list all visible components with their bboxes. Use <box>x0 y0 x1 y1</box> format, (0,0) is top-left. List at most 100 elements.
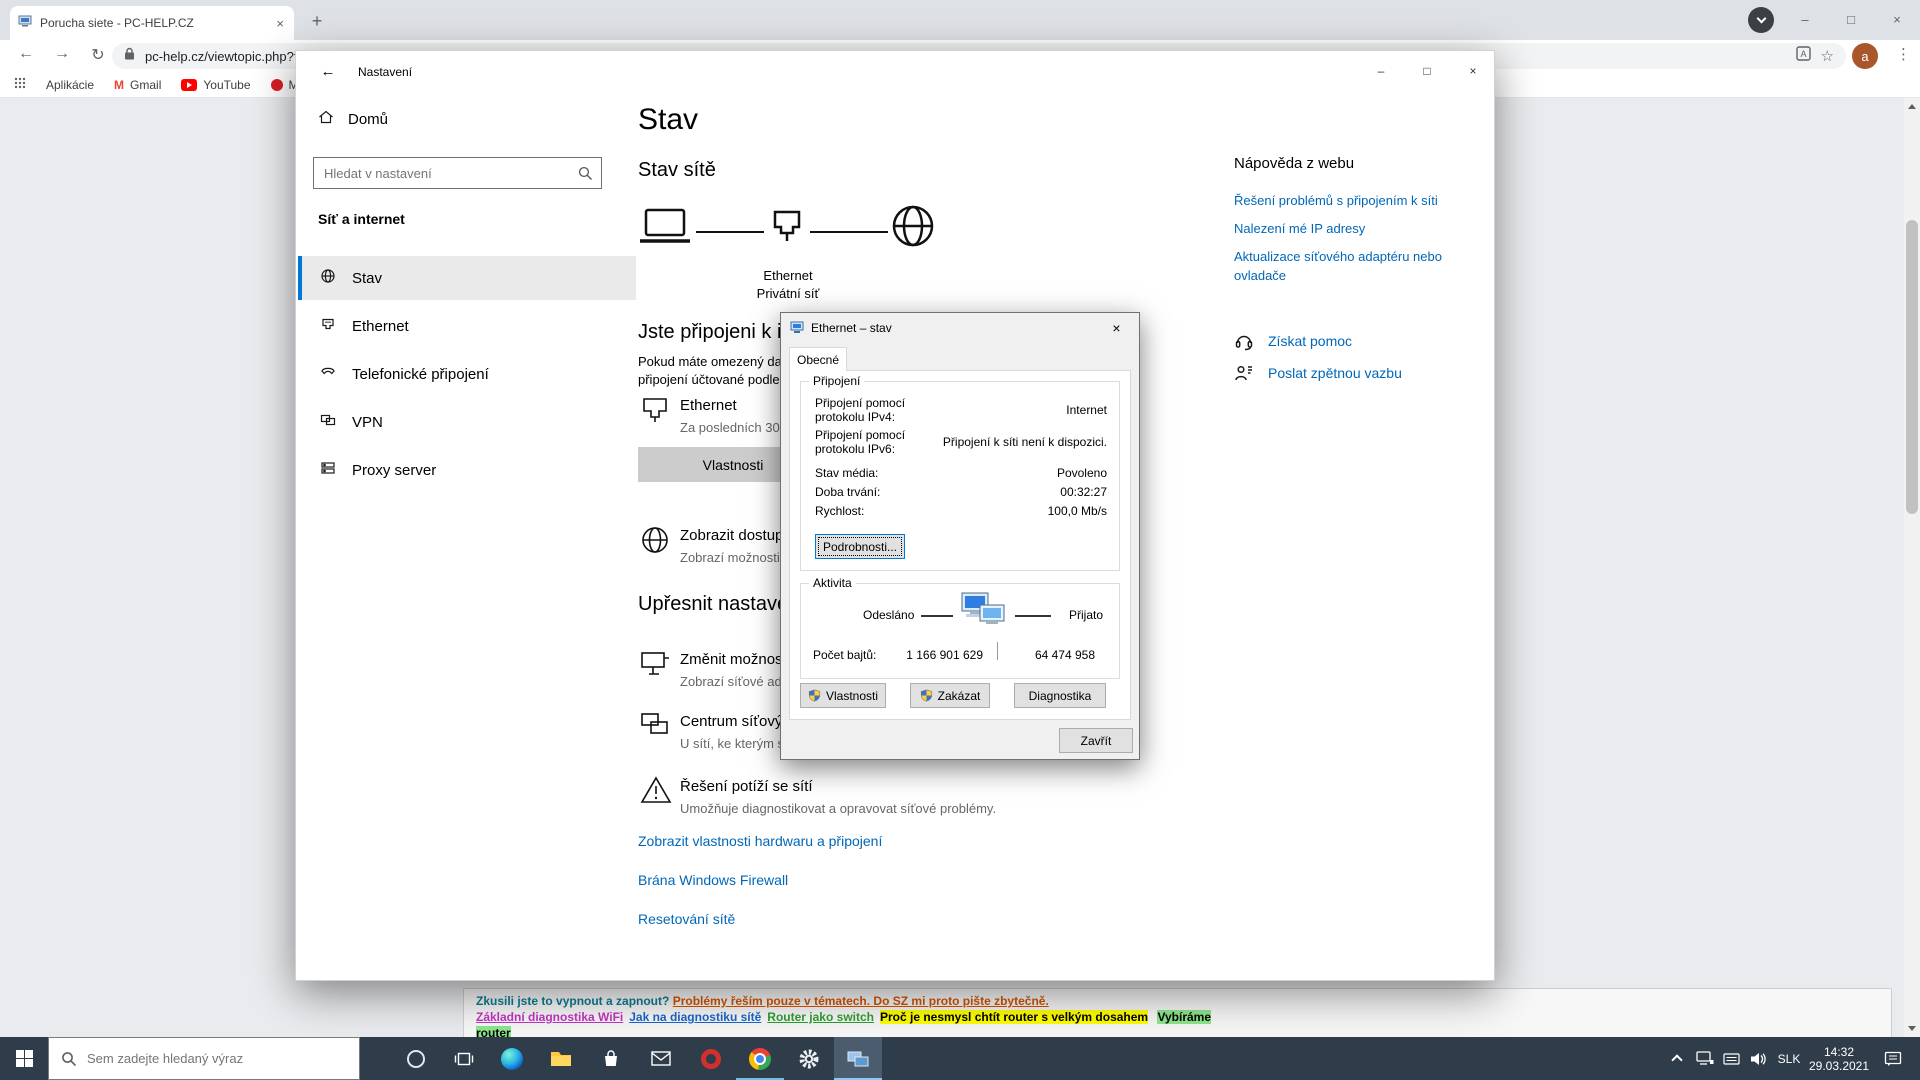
settings-gear-button[interactable] <box>785 1037 833 1080</box>
browser-scrollbar[interactable] <box>1904 98 1920 1037</box>
get-help-link[interactable]: Získat pomoc <box>1268 333 1352 349</box>
edge-button[interactable] <box>488 1037 536 1080</box>
scroll-down-button[interactable] <box>1904 1020 1920 1037</box>
dialog-diagnose-button[interactable]: Diagnostika <box>1014 683 1106 708</box>
chrome-button[interactable] <box>736 1037 784 1080</box>
dialog-disable-label: Zakázat <box>938 689 981 703</box>
send-feedback-link[interactable]: Poslat zpětnou vazbu <box>1268 365 1402 381</box>
signature-link-diagnostics[interactable]: Jak na diagnostiku sítě <box>629 1010 761 1024</box>
proxy-server-icon <box>320 460 336 480</box>
activity-group: Aktivita Odesláno Přijato Počet bajtů: 1… <box>800 583 1120 679</box>
task-view-button[interactable] <box>440 1037 488 1080</box>
file-explorer-button[interactable] <box>537 1037 585 1080</box>
ipv4-label-2: protokolu IPv4: <box>815 410 895 424</box>
help-link-update-adapter[interactable]: Aktualizace síťového adaptéru nebo ovlad… <box>1234 247 1474 285</box>
network-tray-icon <box>1696 1051 1714 1066</box>
tab-favicon-icon <box>18 14 32 32</box>
back-button[interactable]: ← <box>14 45 38 63</box>
browser-maximize-button[interactable]: □ <box>1828 0 1874 38</box>
help-link-find-ip[interactable]: Nalezení mé IP adresy <box>1234 219 1484 238</box>
dialog-properties-button[interactable]: Vlastnosti <box>800 683 886 708</box>
action-center-icon <box>1884 1051 1902 1067</box>
signature-link-switch[interactable]: Router jako switch <box>767 1010 874 1024</box>
sidebar-item-stav[interactable]: Stav <box>298 256 636 300</box>
sidebar-item-label: VPN <box>352 414 383 431</box>
store-icon <box>601 1049 621 1069</box>
mail-icon <box>651 1051 671 1066</box>
settings-search-box[interactable] <box>313 157 602 189</box>
new-tab-button[interactable]: + <box>304 9 330 35</box>
link-hardware-properties[interactable]: Zobrazit vlastnosti hardwaru a připojení <box>638 833 882 849</box>
page-title: Stav <box>638 103 698 137</box>
link-windows-firewall[interactable]: Brána Windows Firewall <box>638 872 788 888</box>
ethernet-status-dialog: Ethernet – stav × Obecné Připojení Připo… <box>780 312 1140 760</box>
scrollbar-thumb[interactable] <box>1906 220 1918 514</box>
tray-keyboard-button[interactable] <box>1718 1037 1744 1080</box>
browser-tab[interactable]: Porucha siete - PC-HELP.CZ × <box>10 6 294 40</box>
translate-icon[interactable]: A <box>1796 46 1811 66</box>
sidebar-item-ethernet[interactable]: Ethernet <box>298 304 636 348</box>
apps-grid-icon[interactable] <box>14 76 26 94</box>
dialog-close-label: Zavřít <box>1081 734 1112 748</box>
bookmark-star-icon[interactable]: ☆ <box>1821 47 1834 65</box>
dialog-disable-button[interactable]: Zakázat <box>910 683 990 708</box>
browser-minimize-button[interactable]: – <box>1782 0 1828 38</box>
settings-search-input[interactable] <box>314 158 601 188</box>
bookmark-gmail[interactable]: MGmail <box>114 78 161 92</box>
received-label: Přijato <box>1069 608 1103 622</box>
sidebar-item-proxy[interactable]: Proxy server <box>298 448 636 492</box>
taskbar-search-box[interactable] <box>48 1037 360 1080</box>
dialog-close-button[interactable]: × <box>1094 313 1139 343</box>
signature-link-choose-router[interactable]: Vybíráme <box>1157 1010 1211 1024</box>
tab-search-button[interactable] <box>1748 7 1774 33</box>
connection-group-label: Připojení <box>809 374 864 388</box>
tray-volume-button[interactable] <box>1744 1037 1770 1080</box>
sidebar-item-home[interactable]: Domů <box>318 109 388 129</box>
forward-button[interactable]: → <box>50 45 74 63</box>
sidebar-item-dialup[interactable]: Telefonické připojení <box>298 352 636 396</box>
help-link-connection-problems[interactable]: Řešení problémů s připojením k síti <box>1234 191 1484 210</box>
tab-close-icon[interactable]: × <box>274 16 286 31</box>
clock[interactable]: 14:32 29.03.2021 <box>1808 1037 1870 1080</box>
network-status-taskbar-button[interactable] <box>834 1037 882 1080</box>
sharing-center-icon <box>640 711 670 742</box>
browser-menu-button[interactable]: ⋮ <box>1896 45 1911 63</box>
troubleshoot-title[interactable]: Řešení potíží se sítí <box>680 778 813 795</box>
tab-general[interactable]: Obecné <box>789 347 847 371</box>
signature-link-problems[interactable]: Problémy řeším pouze v tématech. Do SZ m… <box>673 994 1049 1008</box>
store-button[interactable] <box>587 1037 635 1080</box>
bookmark-label: YouTube <box>203 78 250 92</box>
browser-close-button[interactable]: × <box>1874 0 1920 38</box>
bookmark-youtube[interactable]: YouTube <box>181 78 250 92</box>
settings-minimize-button[interactable]: – <box>1358 51 1404 91</box>
folder-icon <box>550 1050 572 1068</box>
details-button[interactable]: Podrobnosti... <box>815 534 905 559</box>
dialog-close-bottom-button[interactable]: Zavřít <box>1059 728 1133 753</box>
diagram-caption: Ethernet Privátní síť <box>728 267 848 303</box>
language-indicator[interactable]: SLK <box>1772 1037 1806 1080</box>
dialog-titlebar[interactable]: Ethernet – stav <box>781 313 1139 343</box>
link-network-reset[interactable]: Resetování sítě <box>638 911 735 927</box>
cortana-button[interactable] <box>392 1037 440 1080</box>
profile-avatar[interactable]: a <box>1852 43 1878 69</box>
warning-triangle-icon <box>640 775 672 810</box>
forum-signature-box: Zkusili jste to vypnout a zapnout? Probl… <box>463 988 1892 1037</box>
action-center-button[interactable] <box>1872 1037 1914 1080</box>
scroll-up-button[interactable] <box>1904 98 1920 115</box>
reload-button[interactable]: ↻ <box>86 45 110 65</box>
signature-link-range[interactable]: Proč je nesmysl chtít router s velkým do… <box>880 1010 1148 1024</box>
chrome-icon <box>749 1048 771 1070</box>
sidebar-item-vpn[interactable]: VPN <box>298 400 636 444</box>
taskbar-search-input[interactable] <box>87 1051 347 1066</box>
tray-network-button[interactable] <box>1692 1037 1718 1080</box>
settings-back-button[interactable]: ← <box>308 57 348 85</box>
settings-maximize-button[interactable]: □ <box>1404 51 1450 91</box>
bookmark-apps[interactable]: Aplikácie <box>46 78 94 92</box>
opera-button[interactable] <box>687 1037 735 1080</box>
start-button[interactable] <box>0 1037 48 1080</box>
signature-text: Zkusili jste to vypnout a zapnout? <box>476 994 673 1008</box>
hidden-icons-button[interactable] <box>1664 1037 1690 1080</box>
mail-button[interactable] <box>637 1037 685 1080</box>
signature-link-wifi[interactable]: Základní diagnostika WiFi <box>476 1010 623 1024</box>
settings-close-button[interactable]: × <box>1450 51 1496 91</box>
